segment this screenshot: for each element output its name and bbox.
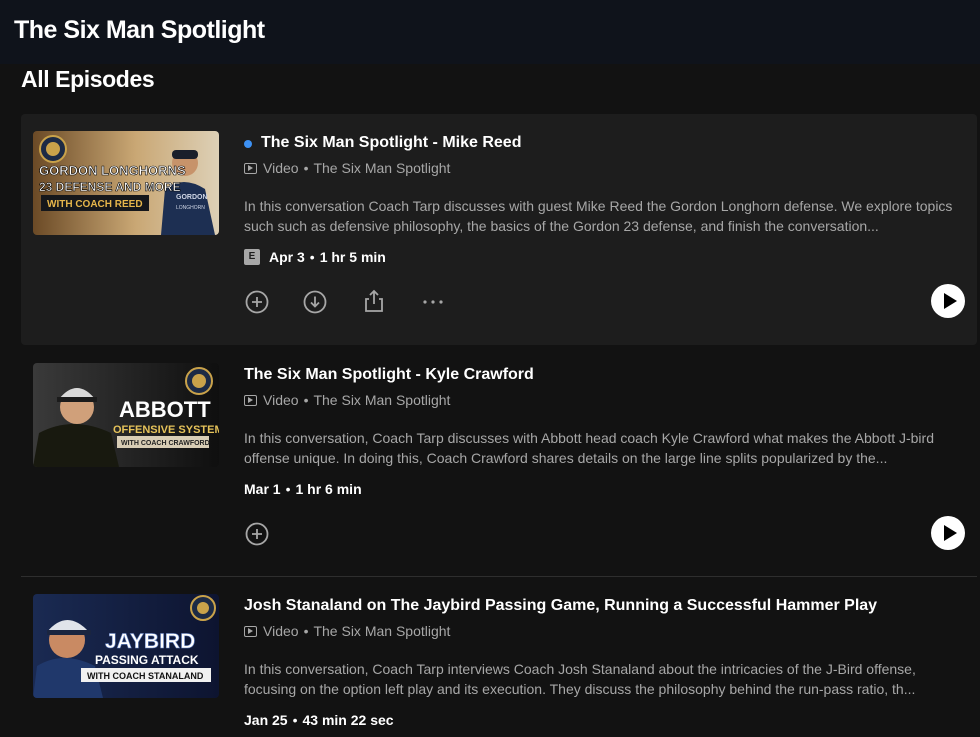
download-icon[interactable] — [302, 289, 328, 315]
episode-date-row: Jan 25 • 43 min 22 sec — [244, 712, 394, 728]
episode-description: In this conversation, Coach Tarp intervi… — [244, 661, 916, 697]
episode-thumbnail[interactable]: GORDON LONGHORN GORDON LONGHORNS 23 DEFE… — [33, 131, 219, 235]
episode-title[interactable]: Josh Stanaland on The Jaybird Passing Ga… — [244, 597, 877, 615]
episode-date-row: Mar 1 • 1 hr 6 min — [244, 481, 362, 497]
thumb-caption-2: 23 DEFENSE AND MORE — [39, 180, 181, 194]
thumb-caption-1: GORDON LONGHORNS — [39, 163, 186, 178]
episode-date: Jan 25 — [244, 712, 288, 728]
play-button[interactable] — [931, 284, 965, 318]
episode-description: In this conversation, Coach Tarp discuss… — [244, 430, 934, 466]
meta-separator: • — [303, 392, 309, 408]
episode-meta: Video • The Six Man Spotlight — [244, 623, 450, 639]
explicit-badge: E — [244, 249, 260, 265]
episode-meta: Video • The Six Man Spotlight — [244, 160, 450, 176]
top-bar: The Six Man Spotlight — [0, 0, 980, 64]
episode-type: Video — [263, 160, 299, 176]
episode-thumbnail[interactable]: JAYBIRD PASSING ATTACK WITH COACH STANAL… — [33, 594, 219, 698]
date-separator: • — [285, 481, 291, 497]
episode-date-row: E Apr 3 • 1 hr 5 min — [244, 249, 386, 265]
more-options-icon[interactable] — [420, 289, 446, 315]
date-separator: • — [292, 712, 298, 728]
video-icon — [244, 394, 257, 406]
episode-type: Video — [263, 392, 299, 408]
video-icon — [244, 162, 257, 174]
meta-separator: • — [303, 160, 309, 176]
meta-separator: • — [303, 623, 309, 639]
episode-item[interactable]: GORDON LONGHORN GORDON LONGHORNS 23 DEFE… — [21, 114, 977, 345]
thumb-shirt-text: GORDON — [176, 194, 208, 201]
episode-show[interactable]: The Six Man Spotlight — [313, 160, 450, 176]
episode-title[interactable]: The Six Man Spotlight - Mike Reed — [261, 134, 521, 152]
date-separator: • — [309, 249, 315, 265]
thumb-shirt-text-2: LONGHORN — [176, 205, 205, 211]
thumb-caption-1: ABBOTT — [119, 397, 211, 422]
episode-type: Video — [263, 623, 299, 639]
episode-show[interactable]: The Six Man Spotlight — [313, 623, 450, 639]
thumb-caption-2: OFFENSIVE SYSTEM — [113, 424, 219, 436]
new-episode-dot — [244, 140, 252, 148]
add-to-library-icon[interactable] — [244, 521, 270, 547]
episode-description: In this conversation Coach Tarp discusse… — [244, 198, 953, 234]
thumb-caption-3: WITH COACH CRAWFORD — [121, 440, 210, 447]
section-title: All Episodes — [21, 66, 155, 92]
play-button[interactable] — [931, 516, 965, 550]
thumb-caption-3: WITH COACH STANALAND — [87, 671, 204, 681]
episode-title[interactable]: The Six Man Spotlight - Kyle Crawford — [244, 366, 534, 384]
episode-item[interactable]: ABBOTT OFFENSIVE SYSTEM WITH COACH CRAWF… — [21, 346, 977, 576]
thumb-caption-2: PASSING ATTACK — [95, 653, 199, 667]
video-icon — [244, 625, 257, 637]
show-title[interactable]: The Six Man Spotlight — [14, 16, 265, 45]
episode-meta: Video • The Six Man Spotlight — [244, 392, 450, 408]
add-to-library-icon[interactable] — [244, 289, 270, 315]
episode-date: Mar 1 — [244, 481, 281, 497]
episode-thumbnail[interactable]: ABBOTT OFFENSIVE SYSTEM WITH COACH CRAWF… — [33, 363, 219, 467]
thumb-caption-3: WITH COACH REED — [47, 199, 143, 210]
episode-show[interactable]: The Six Man Spotlight — [313, 392, 450, 408]
episode-duration: 1 hr 5 min — [319, 249, 386, 265]
episode-item[interactable]: JAYBIRD PASSING ATTACK WITH COACH STANAL… — [21, 577, 977, 737]
episode-duration: 43 min 22 sec — [302, 712, 394, 728]
episode-duration: 1 hr 6 min — [295, 481, 362, 497]
share-icon[interactable] — [361, 288, 387, 314]
episode-date: Apr 3 — [269, 249, 305, 265]
thumb-caption-1: JAYBIRD — [105, 630, 195, 653]
